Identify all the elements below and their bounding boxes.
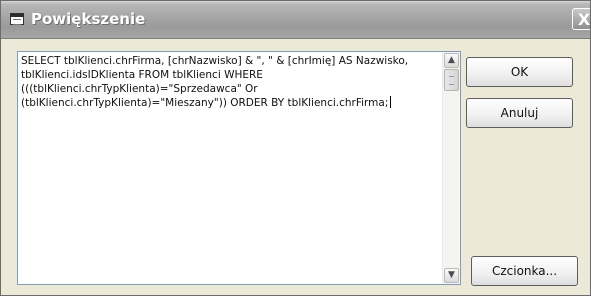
scrollbar-thumb[interactable] [444, 69, 459, 91]
scroll-down-button[interactable]: ▼ [444, 268, 459, 283]
title-bar[interactable]: Powiększenie X [1, 1, 590, 39]
window-title: Powiększenie [31, 10, 146, 28]
scroll-up-button[interactable]: ▲ [444, 53, 459, 68]
close-button[interactable]: X [572, 8, 590, 30]
cancel-button[interactable]: Anuluj [466, 98, 573, 128]
sql-text: SELECT tblKlienci.chrFirma, [chrNazwisko… [21, 55, 412, 109]
window-icon [10, 13, 24, 25]
text-caret [390, 96, 392, 108]
sql-text-content[interactable]: SELECT tblKlienci.chrFirma, [chrNazwisko… [21, 54, 440, 110]
font-button[interactable]: Czcionka... [471, 256, 578, 286]
vertical-scrollbar[interactable]: ▲ ▼ [442, 52, 460, 284]
sql-text-area[interactable]: SELECT tblKlienci.chrFirma, [chrNazwisko… [17, 51, 461, 285]
ok-button[interactable]: OK [466, 57, 573, 87]
zoom-dialog: Powiększenie X SELECT tblKlienci.chrFirm… [0, 0, 591, 296]
